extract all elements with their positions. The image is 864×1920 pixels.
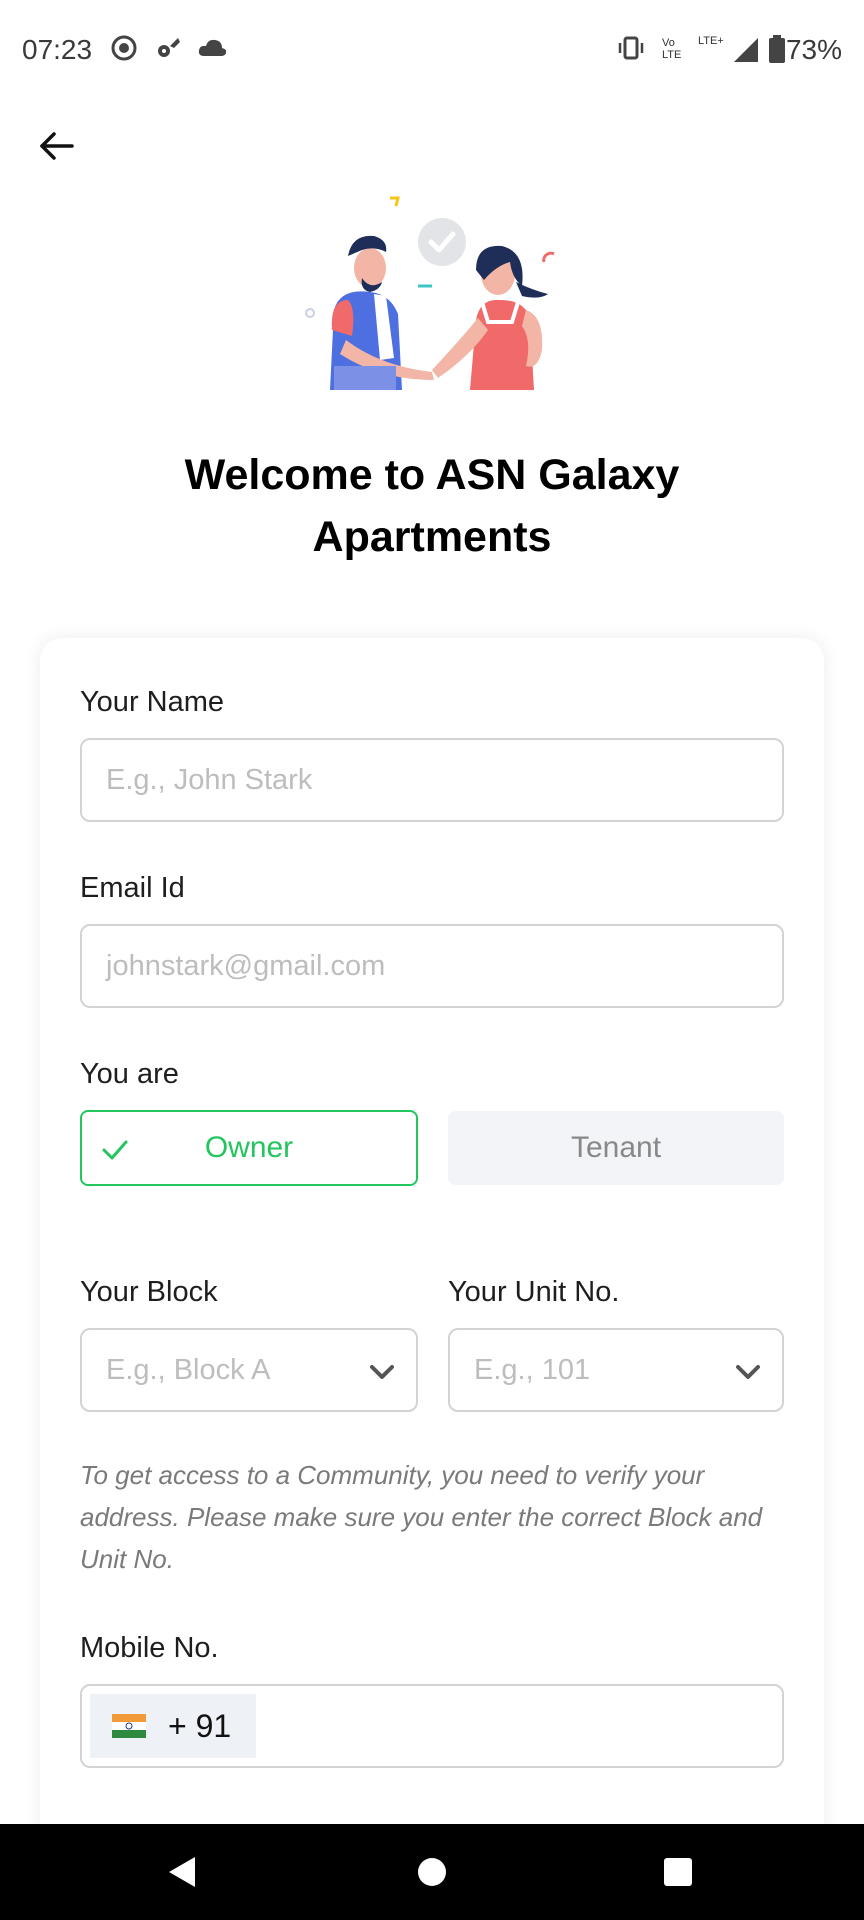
block-select[interactable]: E.g., Block A [80, 1328, 418, 1412]
system-nav-bar [0, 1824, 864, 1920]
email-label: Email Id [80, 872, 185, 904]
vibrate-icon [616, 34, 646, 62]
name-input[interactable]: E.g., John Stark [80, 738, 784, 822]
page-title: Welcome to ASN Galaxy Apartments [100, 444, 764, 568]
email-input[interactable]: johnstark@gmail.com [80, 924, 784, 1008]
battery-percent: 73% [785, 34, 842, 65]
nav-recents-button[interactable] [618, 1824, 738, 1920]
nav-recents-icon [664, 1858, 692, 1886]
signal-icon [732, 34, 760, 64]
welcome-illustration [290, 190, 580, 400]
unit-placeholder: E.g., 101 [474, 1353, 591, 1386]
name-label: Your Name [80, 686, 225, 718]
owner-option-label: Owner [204, 1131, 294, 1164]
tenant-option[interactable]: Tenant [448, 1111, 784, 1185]
nav-home-icon [418, 1858, 446, 1886]
volte-lte-label: LTE [662, 49, 682, 61]
status-bar: 07:23 Vo LTE LTE+ 73% [0, 0, 864, 100]
name-placeholder: E.g., John Stark [106, 763, 313, 796]
email-placeholder: johnstark@gmail.com [106, 949, 386, 982]
owner-option[interactable]: Owner [80, 1110, 418, 1186]
back-arrow-icon [40, 132, 74, 160]
chevron-down-icon [368, 1358, 396, 1394]
block-label: Your Block [80, 1276, 218, 1308]
volte-label: Vo [662, 37, 675, 49]
nav-back-icon [169, 1857, 195, 1887]
unit-select[interactable]: E.g., 101 [448, 1328, 784, 1412]
tenant-option-label: Tenant [570, 1131, 662, 1164]
chevron-down-icon [734, 1358, 762, 1394]
address-hint: To get access to a Community, you need t… [80, 1460, 763, 1574]
india-flag-icon [112, 1714, 146, 1738]
nav-back-button[interactable] [122, 1824, 242, 1920]
battery-icon [768, 34, 786, 64]
page-title-line1: Welcome to ASN Galaxy [184, 451, 680, 499]
block-placeholder: E.g., Block A [106, 1353, 271, 1386]
mobile-input[interactable]: + 91 [80, 1684, 784, 1768]
mobile-label: Mobile No. [80, 1632, 219, 1664]
check-icon [100, 1134, 130, 1172]
record-icon [110, 34, 138, 62]
status-time: 07:23 [22, 34, 93, 65]
role-label: You are [80, 1058, 179, 1090]
unit-label: Your Unit No. [448, 1276, 620, 1308]
back-button[interactable] [30, 120, 82, 172]
page-title-line2: Apartments [312, 513, 552, 561]
country-code: + 91 [168, 1708, 232, 1744]
settings-sync-icon [154, 34, 182, 62]
lte-plus-label: LTE+ [698, 35, 724, 47]
cloud-icon [196, 34, 228, 62]
country-code-picker[interactable]: + 91 [90, 1694, 256, 1758]
nav-home-button[interactable] [372, 1824, 492, 1920]
